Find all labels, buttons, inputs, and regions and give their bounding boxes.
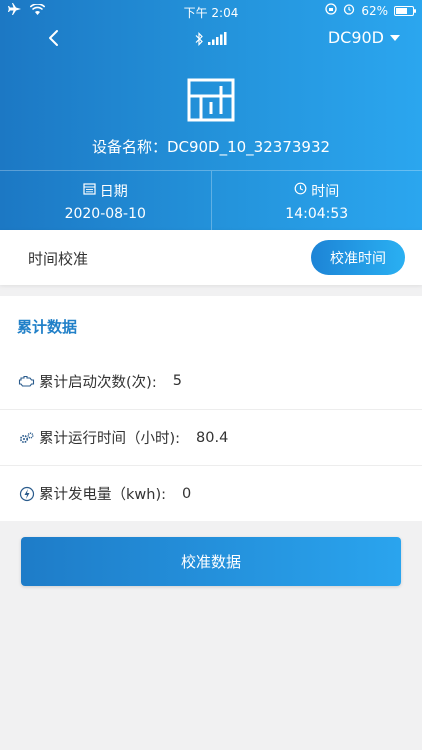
section-title: 累计数据 <box>17 318 78 336</box>
cumulative-data-section: 累计数据 累计启动次数(次): 5 累计运行时间（小时): 80.4 累计发电量… <box>0 296 422 521</box>
device-header: 设备名称：DC90D_10_32373932 <box>0 56 422 170</box>
calendar-icon <box>83 182 96 199</box>
caret-down-icon <box>390 34 400 41</box>
time-label: 时间 <box>311 183 340 200</box>
stat-label: 累计发电量（kwh): <box>39 487 166 503</box>
clock-icon <box>294 182 307 199</box>
time-value: 14:04:53 <box>285 205 349 222</box>
nav-bar: DC90D <box>0 22 422 56</box>
device-name: 设备名称：DC90D_10_32373932 <box>91 138 331 156</box>
time-cell: 时间 14:04:53 <box>210 171 422 230</box>
stat-value: 0 <box>182 485 192 502</box>
orientation-lock-icon <box>325 3 337 18</box>
device-selector[interactable]: DC90D <box>328 28 400 47</box>
lightning-icon <box>18 485 35 502</box>
time-calibration-row: 时间校准 校准时间 <box>0 230 422 285</box>
device-icon <box>185 76 237 128</box>
stat-row-run-hours: 累计运行时间（小时): 80.4 <box>0 409 422 465</box>
device-selector-label: DC90D <box>327 28 384 47</box>
time-calibration-label: 时间校准 <box>28 250 89 268</box>
datetime-panel: 日期 2020-08-10 时间 14:04:53 <box>0 170 422 230</box>
bluetooth-signal-icon <box>194 31 228 50</box>
stat-row-start-count: 累计启动次数(次): 5 <box>0 353 422 409</box>
date-cell: 日期 2020-08-10 <box>0 171 211 230</box>
stat-row-generated-energy: 累计发电量（kwh): 0 <box>0 465 422 521</box>
back-button[interactable] <box>44 26 64 50</box>
engine-icon <box>18 373 35 390</box>
alarm-icon <box>343 3 355 18</box>
gears-icon <box>18 429 35 446</box>
stat-value: 5 <box>172 373 182 389</box>
date-value: 2020-08-10 <box>64 205 146 222</box>
calibrate-time-button[interactable]: 校准时间 <box>311 240 405 275</box>
battery-percent: 62% <box>361 3 388 18</box>
stat-label: 累计启动次数(次): <box>39 374 157 391</box>
stat-value: 80.4 <box>196 429 229 446</box>
battery-icon <box>394 5 416 16</box>
stat-label: 累计运行时间（小时): <box>39 431 181 447</box>
date-label: 日期 <box>99 183 128 200</box>
calibrate-data-button[interactable]: 校准数据 <box>21 537 401 586</box>
status-bar: 下午 2:04 62% <box>0 0 422 22</box>
